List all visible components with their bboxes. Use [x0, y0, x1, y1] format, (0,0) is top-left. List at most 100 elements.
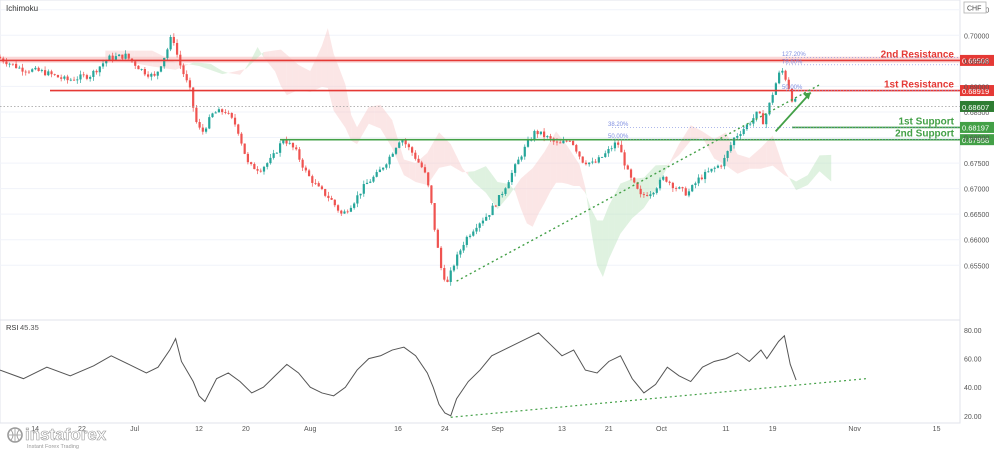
- candle-body: [282, 140, 285, 144]
- candle-body: [92, 70, 95, 77]
- candle-body: [394, 147, 398, 154]
- logo-text: instaforex: [25, 425, 107, 444]
- candle-body: [700, 177, 703, 180]
- candle-body: [166, 49, 169, 58]
- time-tick-label: 11: [722, 426, 729, 433]
- candle-body: [578, 151, 581, 157]
- candle-body: [198, 122, 201, 128]
- candle-body: [623, 152, 626, 166]
- candle-body: [446, 279, 449, 282]
- candle-body: [649, 194, 652, 196]
- candle-body: [50, 71, 53, 75]
- cloud-segment: [737, 154, 744, 174]
- candle-body: [468, 235, 472, 237]
- candle-body: [382, 167, 385, 170]
- forex-chart[interactable]: 2nd Resistance 0.69508 1st Resistance 0.689…: [0, 0, 1000, 453]
- candle-body: [98, 66, 101, 73]
- candle-body: [662, 176, 665, 180]
- candle-body: [491, 205, 494, 216]
- price-tick-label: 0.69500: [964, 59, 989, 66]
- candle-body: [217, 109, 221, 113]
- cloud-segment: [152, 50, 159, 68]
- time-tick-label: 24: [441, 426, 449, 433]
- time-tick-label: 20: [242, 426, 250, 433]
- candle: [159, 66, 163, 73]
- candle-body: [237, 124, 240, 134]
- cloud-segment: [304, 67, 311, 93]
- cloud-segment: [526, 168, 533, 227]
- candle-body: [288, 142, 291, 144]
- candle-body: [388, 156, 391, 165]
- cloud-segment: [292, 59, 299, 93]
- candle: [774, 82, 778, 96]
- candle-body: [671, 182, 674, 189]
- candle-body: [684, 188, 687, 196]
- candle-body: [285, 140, 288, 144]
- candle-body: [407, 144, 410, 148]
- level-name-label: 2nd Resistance: [881, 49, 955, 60]
- candle-body: [362, 184, 365, 194]
- candle-body: [82, 74, 85, 76]
- candle-body: [340, 210, 343, 214]
- candle-body: [240, 133, 243, 144]
- candle-body: [204, 128, 208, 132]
- candle: [439, 245, 443, 271]
- candle-body: [304, 167, 307, 171]
- candle: [768, 102, 771, 116]
- candle-body: [517, 159, 520, 165]
- candle-body: [63, 76, 66, 79]
- candle-body: [507, 182, 510, 189]
- price-tick-label: 0.68000: [964, 136, 989, 143]
- candle-body: [5, 61, 8, 65]
- candle-body: [417, 158, 420, 163]
- candle-body: [18, 67, 21, 69]
- time-axis[interactable]: 14 22 Jul 12 20 Aug 16 24 Sep 13 21 Oct 11 19 Nov 15: [31, 426, 940, 433]
- candle-body: [591, 161, 594, 163]
- candle-body: [195, 107, 198, 123]
- chart-canvas[interactable]: 2nd Resistance0.695081st Resistance0.689…: [0, 0, 1000, 453]
- cloud-segment: [439, 132, 445, 168]
- candle-body: [101, 63, 105, 67]
- candle-body: [475, 227, 478, 232]
- time-tick-label: Aug: [304, 426, 317, 433]
- candle-body: [652, 192, 655, 195]
- candle-body: [359, 193, 362, 196]
- candle-body: [732, 137, 736, 146]
- candle-body: [494, 205, 497, 207]
- candle-body: [478, 223, 481, 228]
- fib-label: 38.20%: [608, 122, 629, 128]
- candle-body: [291, 142, 295, 148]
- candle: [581, 156, 584, 164]
- candle-body: [11, 63, 14, 65]
- candle-body: [76, 79, 79, 81]
- candle-body: [375, 172, 378, 177]
- candle-body: [95, 70, 98, 73]
- price-tick-label: 0.66500: [964, 212, 989, 219]
- candle: [430, 185, 433, 205]
- level-name-label: 1st Support: [898, 116, 954, 127]
- candle-body: [301, 159, 304, 168]
- candle-body: [253, 163, 256, 170]
- rsi-axis[interactable]: 80.00 60.00 40.00 20.00: [964, 328, 982, 421]
- candle-body: [745, 124, 749, 130]
- price-axis[interactable]: 0.705000.700000.695000.690000.685000.680…: [964, 8, 989, 271]
- candle-body: [427, 172, 430, 186]
- candle-body: [687, 191, 691, 196]
- candle-body: [169, 36, 172, 50]
- candle-body: [646, 195, 649, 196]
- candle-body: [314, 182, 317, 184]
- candle-body: [295, 147, 298, 150]
- candle-body: [298, 149, 301, 160]
- candle-body: [691, 185, 694, 192]
- candle-body: [533, 130, 536, 140]
- rsi-tick-label: 40.00: [964, 385, 982, 392]
- candle-body: [781, 70, 784, 73]
- cloud-segment: [298, 64, 305, 91]
- candle-body: [53, 74, 56, 76]
- candle-body: [707, 171, 710, 173]
- candle-body: [729, 145, 732, 152]
- candle-body: [60, 77, 63, 79]
- cloud-segment: [626, 178, 633, 226]
- candle-body: [485, 216, 488, 221]
- time-tick-label: Jul: [130, 426, 139, 433]
